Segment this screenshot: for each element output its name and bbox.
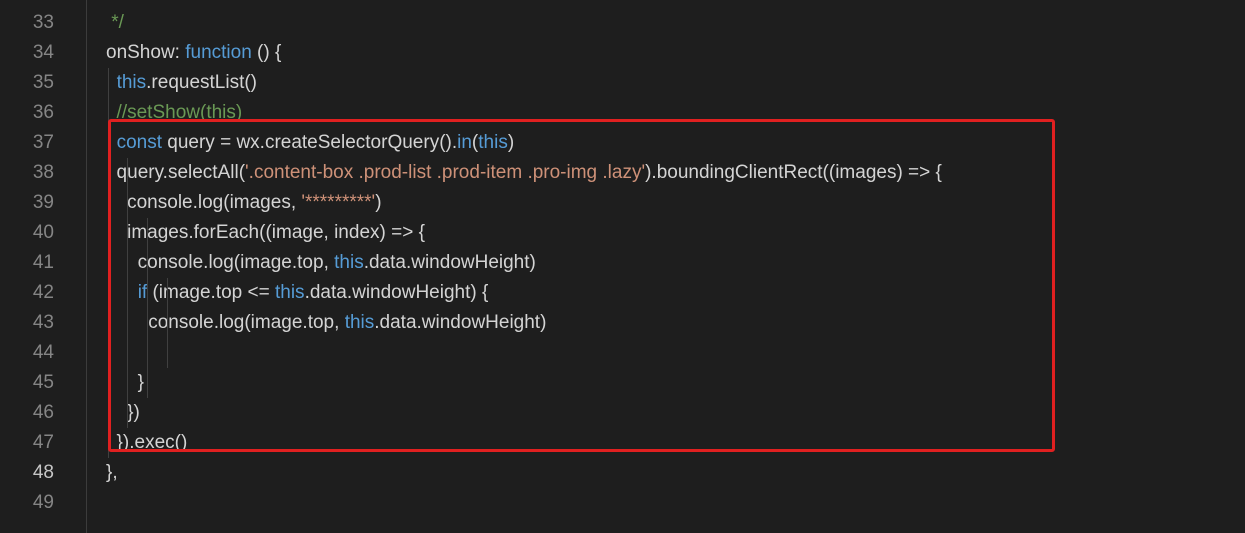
- code-line[interactable]: 35 this.requestList(): [0, 68, 1245, 98]
- line-number: 47: [32, 432, 54, 453]
- code-token: function: [185, 42, 252, 63]
- code-editor[interactable]: 33 */34 onShow: function () {35 this.requ…: [0, 0, 1245, 533]
- code-text[interactable]: },: [106, 458, 118, 488]
- code-token: onShow:: [106, 42, 186, 63]
- line-number: 41: [32, 252, 54, 273]
- line-number: 45: [32, 372, 54, 393]
- line-number: 40: [32, 222, 54, 243]
- line-number: 48: [32, 462, 54, 483]
- line-number: 34: [32, 42, 54, 63]
- code-token: .requestList(): [146, 72, 258, 93]
- line-number: 35: [32, 72, 54, 93]
- code-text[interactable]: this.requestList(): [106, 68, 257, 98]
- line-number: 42: [32, 282, 54, 303]
- code-token: */: [106, 12, 124, 33]
- line-number: 46: [32, 402, 54, 423]
- line-number: 39: [32, 192, 54, 213]
- code-line[interactable]: 49: [0, 488, 1245, 518]
- code-line[interactable]: 34 onShow: function () {: [0, 38, 1245, 68]
- code-text[interactable]: */: [106, 8, 124, 38]
- line-number: 43: [32, 312, 54, 333]
- red-highlight-box: [108, 119, 1055, 452]
- line-number: 44: [32, 342, 54, 363]
- code-line[interactable]: 48},: [0, 458, 1245, 488]
- code-text[interactable]: onShow: function () {: [106, 38, 281, 68]
- line-number: 49: [32, 492, 54, 513]
- code-token: this: [116, 72, 147, 93]
- line-number: 33: [32, 12, 54, 33]
- line-number: 36: [32, 102, 54, 123]
- line-number: 37: [32, 132, 54, 153]
- code-token: },: [106, 462, 118, 483]
- code-token: () {: [251, 42, 282, 63]
- code-line[interactable]: 33 */: [0, 8, 1245, 38]
- line-number: 38: [32, 162, 54, 183]
